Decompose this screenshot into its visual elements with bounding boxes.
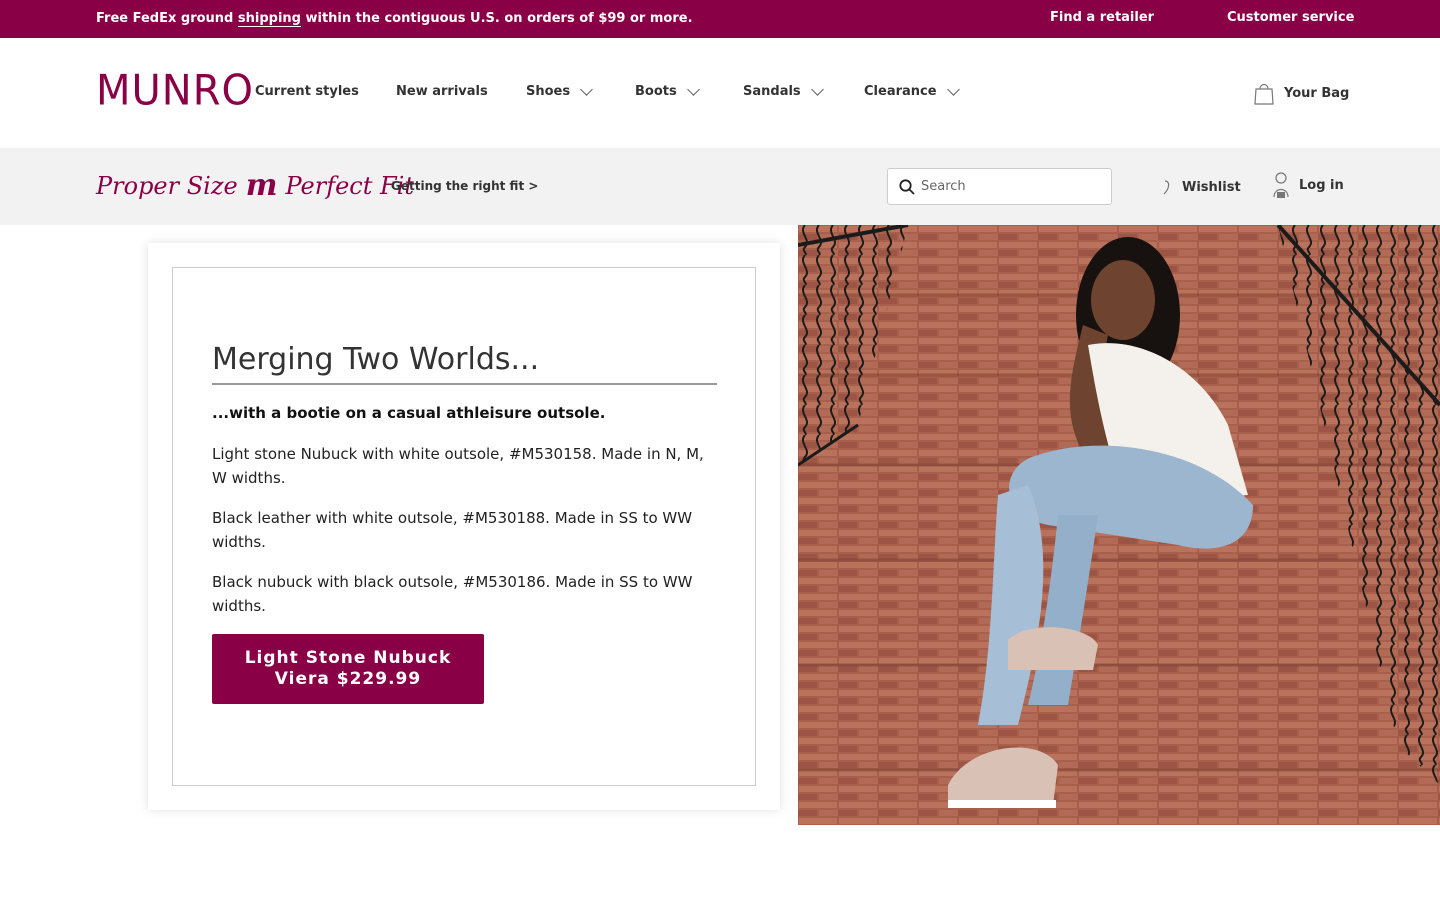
shipping-message-suffix: within the contiguous U.S. on orders of …	[300, 11, 693, 26]
feature-subhead: ...with a bootie on a casual athleisure …	[212, 404, 606, 422]
tagline-left: Proper Size	[96, 171, 238, 200]
find-retailer-link[interactable]: Find a retailer	[1050, 10, 1154, 25]
nav-label: New arrivals	[396, 84, 488, 99]
bag-label: Your Bag	[1284, 85, 1350, 101]
fit-guide-link[interactable]: Getting the right fit >	[391, 179, 538, 193]
promo-bar: Free FedEx ground shipping within the co…	[0, 0, 1440, 38]
user-icon	[1273, 172, 1289, 198]
feature-paragraph: Black nubuck with black outsole, #M53018…	[212, 573, 693, 615]
shipping-link[interactable]: shipping	[238, 11, 301, 26]
login-button[interactable]: Log in	[1271, 170, 1344, 200]
munro-logo[interactable]: MUNRO	[96, 67, 254, 115]
shopping-bag-icon	[1254, 83, 1274, 105]
chevron-down-icon	[946, 82, 960, 96]
site-header: MUNRO Current styles New arrivals Shoes …	[0, 38, 1440, 148]
nav-sandals[interactable]: Sandals	[743, 82, 824, 99]
nav-new-arrivals[interactable]: New arrivals	[396, 84, 488, 99]
chevron-down-icon	[686, 82, 700, 96]
chevron-down-icon	[810, 82, 824, 96]
login-label: Log in	[1299, 177, 1344, 193]
fit-bar: Proper Size m Perfect Fit Getting the ri…	[0, 148, 1440, 225]
cta-line-2: Viera $229.99	[274, 669, 422, 689]
nav-label: Shoes	[526, 84, 571, 99]
feature-card-inner: Merging Two Worlds... ...with a bootie o…	[172, 267, 756, 786]
bag-button[interactable]: Your Bag	[1252, 80, 1349, 106]
search-box[interactable]	[887, 168, 1112, 205]
nav-boots[interactable]: Boots	[635, 82, 700, 99]
feature-paragraph: Black leather with white outsole, #M5301…	[212, 509, 693, 551]
search-input[interactable]	[921, 179, 1091, 194]
munro-m-mark: m	[245, 168, 278, 203]
nav-clearance[interactable]: Clearance	[864, 82, 960, 99]
search-icon	[899, 178, 915, 195]
proper-size-perfect-fit-logo: Proper Size m Perfect Fit	[96, 168, 414, 203]
wishlist-button[interactable]: Wishlist	[1160, 178, 1241, 196]
chevron-down-icon	[580, 82, 593, 96]
nav-label: Boots	[635, 84, 677, 99]
nav-label: Current styles	[255, 84, 359, 99]
wishlist-label: Wishlist	[1182, 179, 1241, 195]
heart-icon	[1163, 180, 1170, 195]
shop-viera-button[interactable]: Light Stone Nubuck Viera $229.99	[212, 634, 484, 704]
shipping-message: Free FedEx ground shipping within the co…	[96, 11, 693, 26]
hero-photo-illustration	[798, 225, 1440, 825]
hero-photo	[798, 225, 1440, 825]
feature-paragraph: Light stone Nubuck with white outsole, #…	[212, 445, 704, 487]
nav-shoes[interactable]: Shoes	[526, 82, 593, 99]
cta-line-1: Light Stone Nubuck	[244, 648, 452, 668]
customer-service-link[interactable]: Customer service	[1227, 10, 1354, 25]
feature-headline: Merging Two Worlds...	[212, 342, 717, 385]
nav-label: Sandals	[743, 84, 801, 99]
shipping-message-prefix: Free FedEx ground	[96, 11, 238, 26]
cta-text: Light Stone Nubuck Viera $229.99	[245, 648, 452, 690]
nav-current-styles[interactable]: Current styles	[255, 84, 359, 99]
nav-label: Clearance	[864, 84, 937, 99]
feature-card: Merging Two Worlds... ...with a bootie o…	[148, 243, 780, 810]
